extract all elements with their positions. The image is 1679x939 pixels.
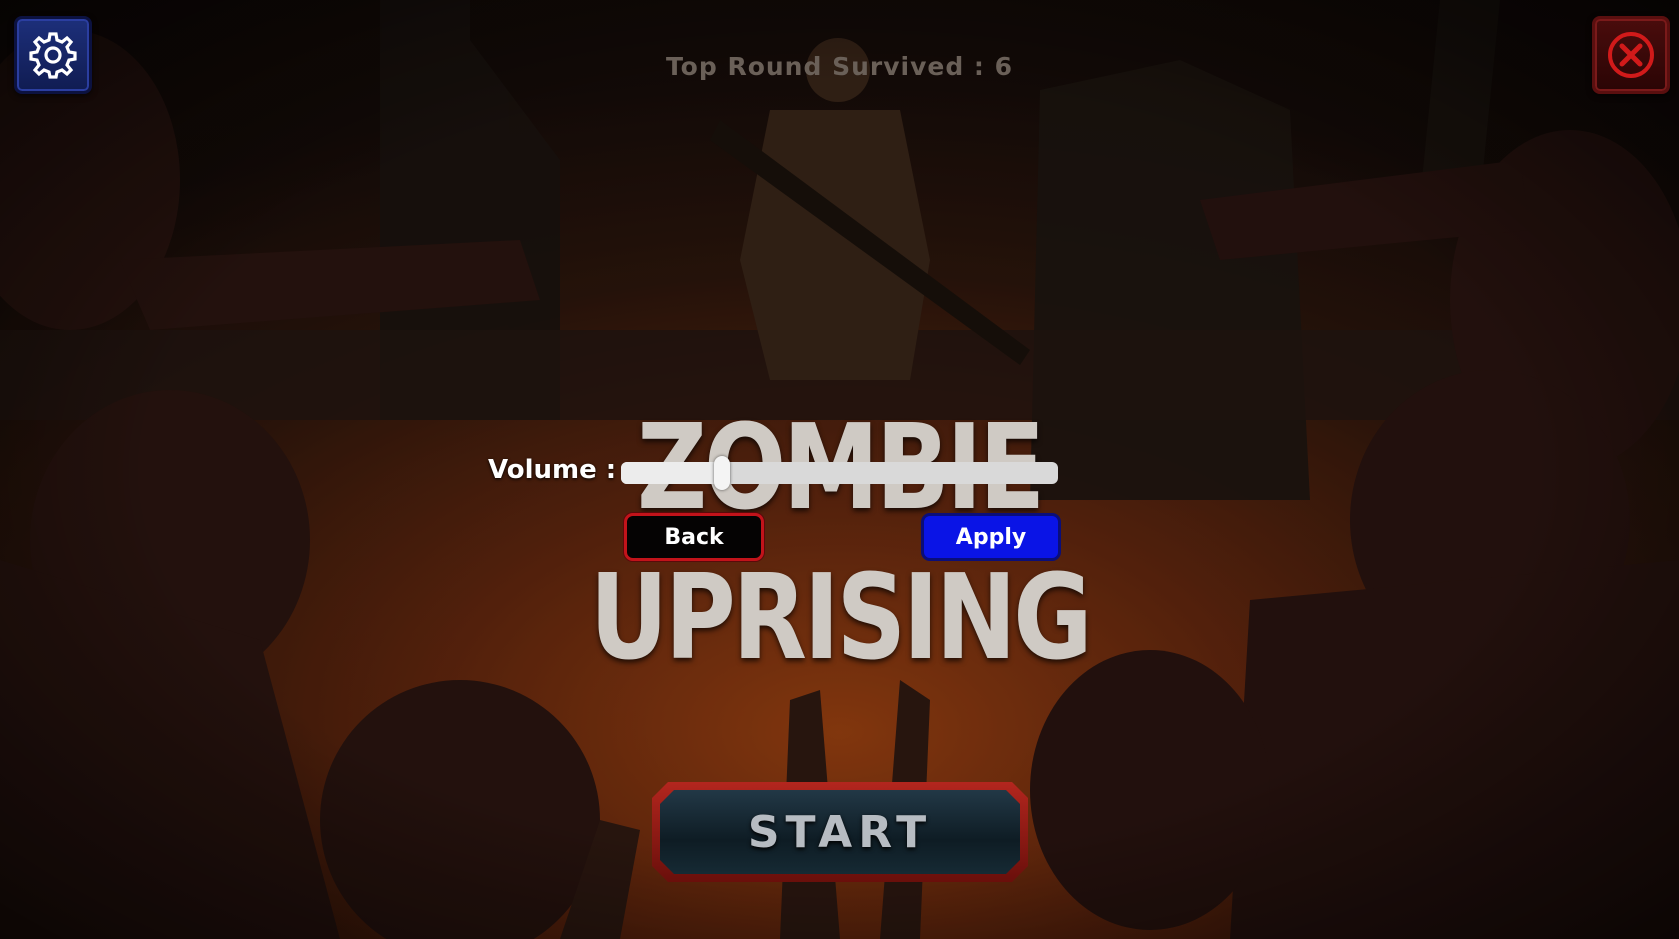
start-button-label: START [747,806,933,858]
start-button-face: START [660,790,1020,874]
volume-slider-fill [621,462,722,484]
volume-slider-thumb[interactable] [713,456,730,490]
apply-button[interactable]: Apply [921,513,1061,561]
back-button[interactable]: Back [624,513,764,561]
game-title-line2: UPRISING [589,548,1093,686]
volume-slider[interactable] [621,456,1058,490]
top-round-survived: Top Round Survived : 6 [665,52,1014,81]
volume-label: Volume : [488,455,617,485]
start-button[interactable]: START [652,782,1028,882]
